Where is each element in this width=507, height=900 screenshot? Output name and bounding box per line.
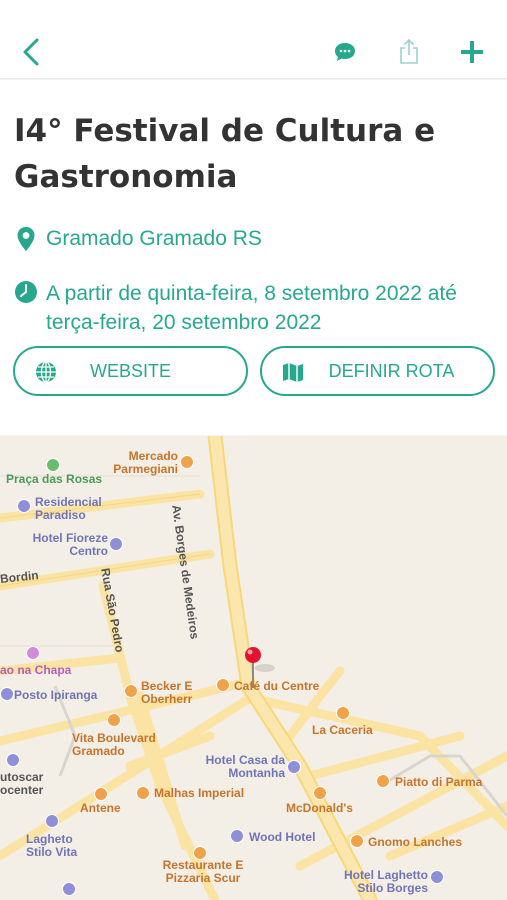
share-icon[interactable] xyxy=(398,38,420,65)
map-view[interactable]: Av. Borges de Medeiros Rua São Pedro Bor… xyxy=(0,436,507,900)
plus-icon[interactable] xyxy=(460,40,484,64)
restaurant-icon xyxy=(313,786,327,800)
restaurant-icon xyxy=(376,774,390,788)
navigation-bar xyxy=(0,0,507,79)
chat-bubble-icon[interactable] xyxy=(334,42,356,62)
poi-fioreze[interactable]: Hotel Fioreze Centro xyxy=(28,532,108,558)
poi-casa[interactable]: Hotel Casa da Montanha xyxy=(205,754,285,780)
event-location: Gramado Gramado RS xyxy=(46,227,262,250)
poi-ipiranga[interactable]: Posto Ipiranga xyxy=(14,689,97,702)
shop-icon xyxy=(136,786,150,800)
poi-residencial[interactable]: Residencial Paradiso xyxy=(35,496,115,522)
poi-praca[interactable]: Praça das Rosas xyxy=(6,473,102,486)
hotel-icon xyxy=(109,537,123,551)
poi-antene[interactable]: Antene xyxy=(80,802,121,815)
poi-gnomo[interactable]: Gnomo Lanches xyxy=(368,836,462,849)
website-button[interactable]: WEBSITE xyxy=(13,346,248,396)
shop-icon xyxy=(107,713,121,727)
set-route-label: DEFINIR ROTA xyxy=(328,360,455,381)
poi-autoscar[interactable]: utoscar ocenter xyxy=(0,771,50,797)
parking-icon xyxy=(62,882,76,896)
park-icon xyxy=(46,458,60,472)
hotel-icon xyxy=(230,829,244,843)
poi-vita[interactable]: Vita Boulevard Gramado xyxy=(72,732,162,758)
poi-mcd[interactable]: McDonald's xyxy=(286,802,353,815)
poi-piatto[interactable]: Piatto di Parma xyxy=(395,776,482,789)
restaurant-icon xyxy=(336,706,350,720)
date-row: A partir de quinta-feira, 8 setembro 202… xyxy=(14,279,494,339)
event-card: I4° Festival de Cultura e Gastronomia Gr… xyxy=(0,80,507,435)
poi-cafe[interactable]: Café du Centre xyxy=(234,680,319,693)
hotel-icon xyxy=(45,814,59,828)
poi-laghetto-borges[interactable]: Hotel Laghetto Stilo Borges xyxy=(338,869,428,895)
poi-restaurante[interactable]: Restaurante E Pizzaria Scur xyxy=(158,859,248,885)
chevron-left-icon[interactable] xyxy=(20,38,44,66)
cafe-icon xyxy=(216,678,230,692)
restaurant-icon xyxy=(180,455,194,469)
location-row[interactable]: Gramado Gramado RS xyxy=(14,224,494,254)
shop-icon xyxy=(26,646,40,660)
poi-lagheto[interactable]: Lagheto Stilo Vita xyxy=(26,833,86,859)
poi-mercado[interactable]: Mercado Parmegiani xyxy=(108,450,178,476)
restaurant-icon xyxy=(350,834,364,848)
poi-malhas[interactable]: Malhas Imperial xyxy=(154,787,244,800)
fuel-icon xyxy=(0,687,14,701)
poi-wood[interactable]: Wood Hotel xyxy=(249,831,315,844)
website-label: WEBSITE xyxy=(89,360,171,381)
clock-icon xyxy=(14,280,38,312)
event-date: A partir de quinta-feira, 8 setembro 202… xyxy=(46,282,457,334)
event-title: I4° Festival de Cultura e Gastronomia xyxy=(14,113,436,195)
shop-icon xyxy=(94,787,108,801)
globe-icon xyxy=(35,361,57,388)
poi-becker[interactable]: Becker E Oberherr xyxy=(141,680,211,706)
location-pin-icon xyxy=(16,226,36,260)
car-icon xyxy=(6,753,20,767)
set-route-button[interactable]: DEFINIR ROTA xyxy=(260,346,495,396)
poi-caceria[interactable]: La Caceria xyxy=(312,724,373,737)
hotel-icon xyxy=(17,499,31,513)
shop-icon xyxy=(124,684,138,698)
poi-chapa[interactable]: ao na Chapa xyxy=(0,664,71,677)
hotel-icon xyxy=(430,870,444,884)
map-icon xyxy=(282,361,304,388)
hotel-icon xyxy=(287,760,301,774)
